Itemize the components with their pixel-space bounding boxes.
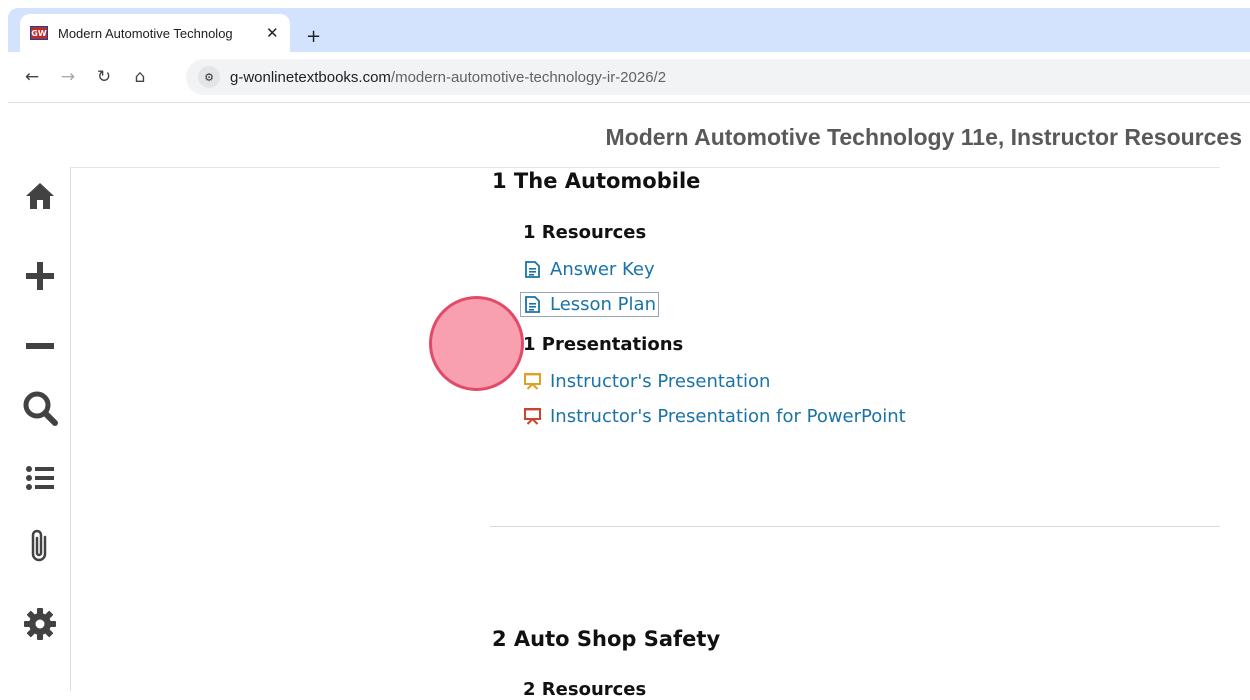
browser-tab-active[interactable]: GW Modern Automotive Technolog ✕ — [20, 14, 290, 52]
document-icon — [523, 296, 541, 314]
sidebar-divider — [70, 168, 71, 691]
chapter-1-heading: 1 The Automobile — [492, 169, 701, 193]
chapter-divider — [490, 526, 1220, 527]
toolbar-divider — [8, 102, 1250, 103]
answer-key-link[interactable]: Answer Key — [523, 259, 655, 280]
paperclip-icon[interactable] — [20, 526, 60, 566]
chapter-1-resources-heading: 1 Resources — [523, 222, 647, 243]
powerpoint-presentation-icon — [523, 408, 541, 426]
url-host: g-wonlinetextbooks.com — [230, 68, 391, 86]
answer-key-label: Answer Key — [550, 259, 655, 280]
instructors-presentation-link[interactable]: Instructor's Presentation — [523, 371, 770, 392]
book-title: Modern Automotive Technology 11e, Instru… — [605, 124, 1242, 150]
lesson-plan-link[interactable]: Lesson Plan — [520, 292, 659, 317]
tab-title: Modern Automotive Technolog — [58, 25, 233, 41]
url-path: /modern-automotive-technology-ir-2026/2 — [390, 68, 667, 86]
lesson-plan-label: Lesson Plan — [550, 294, 656, 315]
site-favicon-icon: GW — [30, 26, 48, 40]
instructors-presentation-label: Instructor's Presentation — [550, 371, 771, 392]
home-page-icon[interactable]: ⌂ — [122, 59, 158, 95]
browser-toolbar: ← → ↻ ⌂ ⚙ g-wonlinetextbooks.com/modern-… — [8, 52, 1250, 102]
address-bar[interactable]: ⚙ g-wonlinetextbooks.com/modern-automoti… — [186, 59, 1250, 95]
document-icon — [523, 261, 541, 279]
zoom-out-icon[interactable] — [20, 326, 60, 366]
home-icon[interactable] — [20, 176, 60, 216]
reload-icon[interactable]: ↻ — [86, 59, 122, 95]
site-info-icon[interactable]: ⚙ — [198, 66, 220, 88]
instructors-presentation-powerpoint-label: Instructor's Presentation for PowerPoint — [550, 406, 906, 427]
chapter-1-presentations-heading: 1 Presentations — [523, 334, 684, 355]
chapter-2-heading: 2 Auto Shop Safety — [492, 627, 721, 651]
sidebar — [8, 168, 70, 691]
tab-close-icon[interactable]: ✕ — [266, 24, 279, 42]
zoom-in-icon[interactable] — [20, 256, 60, 296]
browser-tabstrip: GW Modern Automotive Technolog ✕ + — [8, 8, 1250, 52]
gear-icon[interactable] — [20, 604, 60, 644]
forward-icon[interactable]: → — [50, 59, 86, 95]
new-tab-icon[interactable]: + — [306, 26, 321, 47]
click-indicator — [429, 296, 524, 391]
presentation-icon — [523, 373, 541, 391]
list-icon[interactable] — [20, 458, 60, 498]
search-icon[interactable] — [20, 388, 60, 428]
back-icon[interactable]: ← — [14, 59, 50, 95]
content-top-border — [70, 167, 1220, 168]
chapter-2-resources-heading: 2 Resources — [523, 679, 647, 700]
instructors-presentation-powerpoint-link[interactable]: Instructor's Presentation for PowerPoint — [523, 406, 906, 427]
